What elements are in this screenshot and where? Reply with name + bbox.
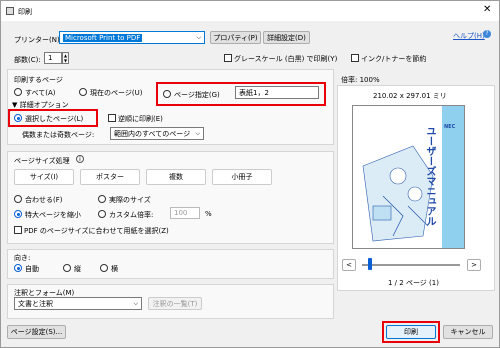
pdf-paper-checkbox[interactable] bbox=[14, 226, 22, 234]
print-dialog: 印刷 ✕ プリンター(N): Microsoft Print to PDF ⌵ … bbox=[0, 0, 500, 348]
preview-page: ユーザーズマニュアル NEC bbox=[352, 105, 465, 249]
all-pages-label: すべて(A) bbox=[25, 89, 56, 97]
cancel-button[interactable]: キャンセル bbox=[443, 325, 493, 339]
custom-scale-input[interactable]: 100 bbox=[170, 207, 200, 219]
page-range-label: ページ指定(G) bbox=[174, 91, 220, 99]
preview-dimensions: 210.02 x 297.01 ミリ bbox=[373, 92, 447, 100]
next-page-button[interactable]: > bbox=[467, 259, 481, 271]
help-icon[interactable]: ? bbox=[483, 30, 491, 38]
auto-orientation-radio[interactable] bbox=[14, 264, 22, 272]
chevron-down-icon: ⌵ bbox=[195, 130, 200, 137]
chevron-down-icon: ⌵ bbox=[196, 34, 201, 41]
shrink-label: 特大ページを縮小 bbox=[25, 211, 81, 219]
odd-even-label: 偶数または奇数ページ: bbox=[22, 131, 95, 139]
pdf-paper-label: PDF のページサイズに合わせて用紙を選択(Z) bbox=[24, 227, 169, 235]
printer-label: プリンター(N): bbox=[14, 36, 63, 44]
multiple-button[interactable]: 複数 bbox=[146, 169, 206, 185]
current-page-label: 現在のページ(U) bbox=[90, 89, 143, 97]
percent-label: % bbox=[205, 210, 212, 218]
page-slider-track[interactable] bbox=[362, 264, 460, 266]
selected-pages-radio[interactable] bbox=[14, 114, 22, 122]
comments-summary-button[interactable]: 注釈の一覧(T) bbox=[148, 297, 202, 310]
actual-size-label: 実際のサイズ bbox=[109, 196, 151, 204]
shrink-radio[interactable] bbox=[14, 210, 22, 218]
odd-even-select[interactable]: 範囲内のすべてのページ ⌵ bbox=[110, 127, 204, 140]
grayscale-checkbox[interactable] bbox=[224, 54, 232, 62]
landscape-label: 横 bbox=[111, 265, 118, 273]
orientation-panel bbox=[7, 249, 334, 279]
auto-orientation-label: 自動 bbox=[25, 265, 39, 273]
help-link[interactable]: ヘルプ(H) bbox=[453, 31, 485, 41]
sizing-heading: ページサイズ処理 bbox=[14, 157, 70, 165]
more-options-label: 詳細オプション bbox=[19, 101, 69, 109]
title-bar: 印刷 ✕ bbox=[1, 1, 499, 21]
chevron-down-icon: ⌵ bbox=[133, 300, 138, 307]
poster-button[interactable]: ポスター bbox=[80, 169, 140, 185]
portrait-label: 縦 bbox=[74, 265, 81, 273]
nec-logo: NEC bbox=[444, 124, 456, 130]
printer-select[interactable]: Microsoft Print to PDF ⌵ bbox=[59, 31, 205, 44]
save-ink-label: インク/トナーを節約 bbox=[361, 55, 427, 63]
all-pages-radio[interactable] bbox=[14, 88, 22, 96]
reverse-label: 逆順に印刷(E) bbox=[118, 115, 163, 123]
orientation-heading: 向き: bbox=[14, 254, 31, 262]
print-button[interactable]: 印刷 bbox=[386, 325, 436, 339]
copies-label: 部数(C): bbox=[14, 56, 41, 64]
copies-stepper[interactable]: ▲ ▼ bbox=[62, 52, 69, 64]
cover-title: ユーザーズマニュアル bbox=[424, 126, 435, 226]
prev-page-button[interactable]: < bbox=[342, 259, 356, 271]
reverse-checkbox[interactable] bbox=[108, 114, 116, 122]
expand-arrow-icon: ▼ bbox=[12, 101, 20, 109]
actual-size-radio[interactable] bbox=[98, 195, 106, 203]
page-setup-button[interactable]: ページ設定(S)... bbox=[7, 325, 66, 339]
preview-scale: 倍率: 100% bbox=[341, 76, 380, 84]
pages-heading: 印刷するページ bbox=[14, 76, 63, 84]
custom-scale-label: カスタム倍率: bbox=[109, 211, 154, 219]
page-indicator: 1 / 2 ページ (1) bbox=[388, 279, 439, 287]
printer-icon bbox=[6, 7, 14, 15]
page-range-radio[interactable] bbox=[163, 90, 171, 98]
booklet-button[interactable]: 小冊子 bbox=[212, 169, 272, 185]
portrait-radio[interactable] bbox=[63, 264, 71, 272]
odd-even-value: 範囲内のすべてのページ bbox=[114, 129, 191, 138]
close-icon[interactable]: ✕ bbox=[483, 4, 491, 15]
page-range-input[interactable]: 表紙1，2 bbox=[235, 86, 319, 99]
landscape-radio[interactable] bbox=[100, 264, 108, 272]
selected-pages-label: 選択したページ(L) bbox=[25, 115, 84, 123]
save-ink-checkbox[interactable] bbox=[351, 54, 359, 62]
page-slider-thumb[interactable] bbox=[367, 258, 372, 270]
comments-select[interactable]: 文書と注釈 ⌵ bbox=[14, 297, 142, 310]
copies-input[interactable]: 1 bbox=[44, 52, 62, 64]
printer-selected: Microsoft Print to PDF bbox=[63, 33, 143, 42]
fit-radio[interactable] bbox=[14, 195, 22, 203]
current-page-radio[interactable] bbox=[79, 88, 87, 96]
more-options-toggle[interactable]: ▼ 詳細オプション bbox=[12, 100, 69, 110]
window-title: 印刷 bbox=[18, 8, 32, 16]
advanced-button[interactable]: 詳細設定(D) bbox=[263, 31, 310, 44]
size-button[interactable]: サイズ(I) bbox=[14, 169, 74, 185]
grayscale-label: グレースケール (白黒) で印刷(Y) bbox=[234, 55, 338, 63]
custom-scale-radio[interactable] bbox=[98, 210, 106, 218]
fit-label: 合わせる(F) bbox=[25, 196, 63, 204]
comments-value: 文書と注釈 bbox=[18, 299, 53, 308]
properties-button[interactable]: プロパティ(P) bbox=[210, 31, 261, 44]
info-icon[interactable]: i bbox=[76, 155, 84, 163]
